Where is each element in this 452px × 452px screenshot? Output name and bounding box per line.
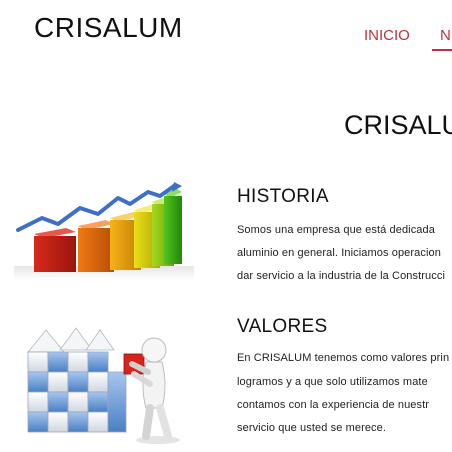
figure-building-blocks-icon xyxy=(27,327,180,444)
historia-paragraph-line: dar servicio a la industria de la Constr… xyxy=(237,270,445,282)
historia-illustration xyxy=(14,180,194,280)
valores-paragraph-line: En CRISALUM tenemos como valores prin xyxy=(237,352,450,364)
company-title: CRISALU xyxy=(344,110,452,140)
valores-paragraph-line: contamos con la experiencia de nuestr xyxy=(237,399,430,411)
valores-illustration xyxy=(20,322,190,447)
historia-paragraph-line: Somos una empresa que está dedicada xyxy=(237,224,435,236)
site-logo[interactable]: CRISALUM xyxy=(34,12,183,44)
active-nav-underline xyxy=(432,49,452,51)
historia-paragraph-line: aluminio en general. Iniciamos operacion xyxy=(237,247,441,259)
valores-heading: VALORES xyxy=(237,316,328,337)
nav-item-next[interactable]: N xyxy=(440,27,452,44)
nav-item-inicio[interactable]: INICIO xyxy=(364,27,410,44)
historia-heading: HISTORIA xyxy=(237,186,329,207)
growth-bar-chart-icon xyxy=(14,182,194,280)
valores-paragraph-line: servicio que usted se merece. xyxy=(237,422,387,434)
valores-paragraph-line: logramos y a que solo utilizamos mate xyxy=(237,376,428,388)
